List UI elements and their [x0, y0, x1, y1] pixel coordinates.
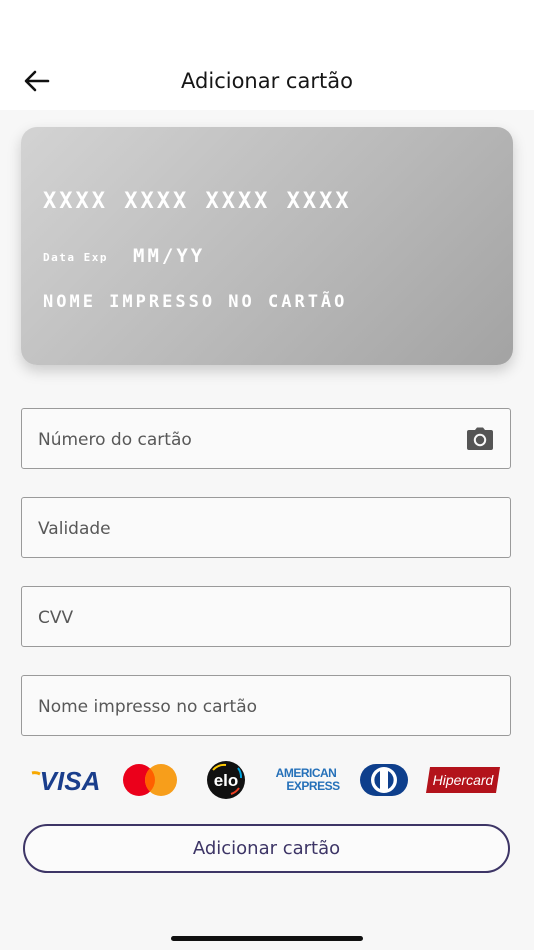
page-title: Adicionar cartão: [181, 69, 353, 93]
add-card-button[interactable]: Adicionar cartão: [23, 824, 510, 873]
validity-input[interactable]: [36, 498, 460, 559]
home-indicator: [171, 936, 363, 941]
cardholder-name-field: [21, 675, 511, 737]
mastercard-logo: [118, 758, 182, 802]
amex-line2: EXPRESS: [286, 779, 340, 793]
elo-logo: elo: [202, 758, 250, 802]
hipercard-logo: Hipercard: [424, 758, 502, 802]
card-number-input[interactable]: [36, 409, 460, 470]
accepted-brands: VISA elo AMERICAN EXPRESS Hipercard: [30, 758, 504, 802]
scan-card-button[interactable]: [466, 427, 494, 451]
elo-text: elo: [214, 771, 239, 790]
hipercard-text: Hipercard: [433, 772, 495, 788]
diners-logo: [358, 758, 410, 802]
cvv-field: [21, 586, 511, 648]
card-preview-exp-value: MM/YY: [133, 245, 206, 267]
card-preview-exp-label: Data Exp: [43, 251, 108, 264]
card-preview-name: NOME IMPRESSO NO CARTÃO: [43, 292, 348, 312]
card-preview: XXXX XXXX XXXX XXXX Data Exp MM/YY NOME …: [21, 127, 513, 365]
visa-logo: VISA: [30, 758, 110, 802]
cvv-input[interactable]: [36, 587, 460, 648]
cardholder-name-input[interactable]: [36, 676, 460, 737]
visa-text: VISA: [40, 766, 101, 795]
validity-field: [21, 497, 511, 559]
card-number-field: [21, 408, 511, 470]
amex-logo: AMERICAN EXPRESS: [266, 758, 346, 802]
card-preview-number: XXXX XXXX XXXX XXXX: [43, 189, 352, 214]
app-header: Adicionar cartão: [0, 0, 534, 110]
camera-icon: [467, 427, 493, 450]
